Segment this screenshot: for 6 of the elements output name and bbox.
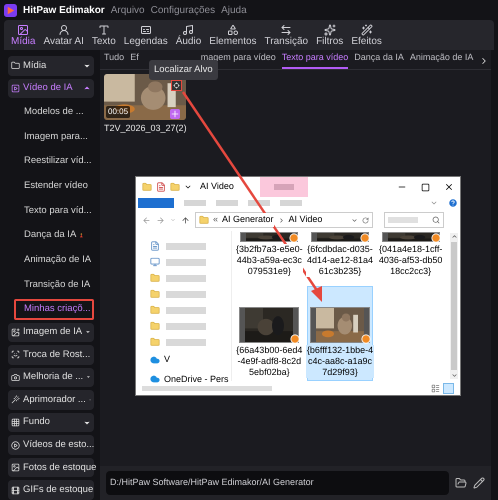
window-title: AI Video [200,180,234,194]
app-name: HitPaw Edimakor [23,4,105,18]
tooltip: Localizar Alvo [149,60,218,80]
media-name: T2V_2026_03_27(2) [104,122,188,135]
duration-label: 00:05 [106,106,130,118]
overflow-mark: « [213,213,218,226]
